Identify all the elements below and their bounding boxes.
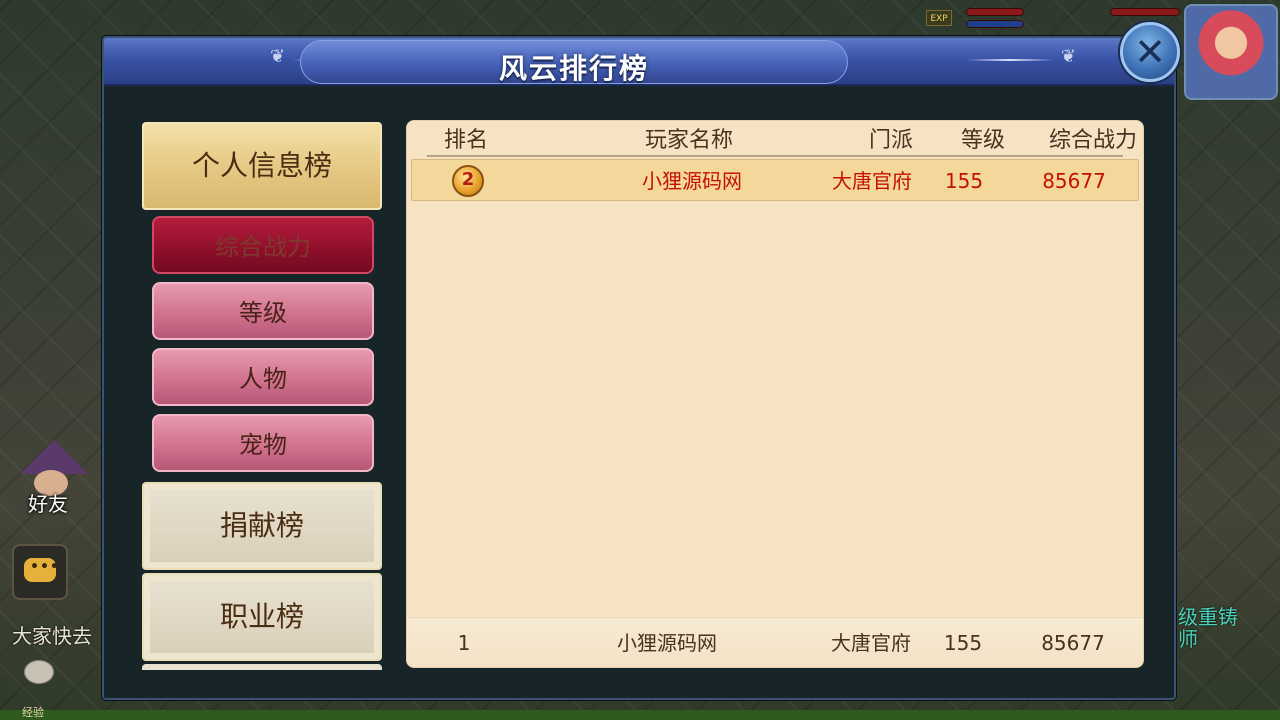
row-player-name: 小狸源码网 (642, 169, 742, 193)
chat-dots-icon: ••• (30, 559, 60, 575)
row-level: 155 (944, 169, 984, 193)
title-plate: 风云排行榜 (300, 40, 848, 85)
ranking-dialog: ❦ 风云排行榜 ❦ ✕ 个人信息榜 综合战力 等级 人物 宠物 捐献榜 职业榜 … (102, 22, 1180, 700)
close-icon: ✕ (1134, 30, 1166, 74)
ranking-nav: 个人信息榜 综合战力 等级 人物 宠物 捐献榜 职业榜 (142, 122, 382, 670)
exp-bar-label: 经验 (22, 706, 44, 719)
scene-npc-title-line1: 级重铸 (1178, 605, 1238, 629)
friend-label[interactable]: 好友 (28, 488, 68, 517)
my-player-name: 小狸源码网 (617, 631, 717, 655)
emoji-face-icon[interactable] (24, 660, 54, 684)
nav-sub-combat-power[interactable]: 综合战力 (152, 216, 374, 274)
header-combat-power: 综合战力 (1048, 128, 1137, 153)
my-rank: 1 (457, 631, 471, 655)
scene-npc-title: 级重铸 师 (1178, 606, 1238, 650)
header-player-name: 玩家名称 (644, 128, 733, 153)
nav-profession[interactable]: 职业榜 (142, 573, 382, 661)
nav-personal-info[interactable]: 个人信息榜 (142, 122, 382, 210)
gold-medal-icon: 2 (452, 165, 484, 197)
my-sect: 大唐官府 (831, 631, 911, 655)
hud-pet-bar (1110, 8, 1180, 16)
nav-sub-pet[interactable]: 宠物 (152, 414, 374, 472)
my-rank-row: 1 小狸源码网 大唐官府 155 85677 (407, 617, 1143, 667)
nav-sub-level[interactable]: 等级 (152, 282, 374, 340)
dialog-titlebar: ❦ 风云排行榜 ❦ (104, 38, 1174, 86)
hud-mp-bar (966, 20, 1024, 28)
header-rank: 排名 (443, 128, 488, 153)
scroll-ornament-right-icon: ❦ (966, 46, 1076, 72)
row-sect: 大唐官府 (832, 169, 912, 193)
exp-badge: EXP (926, 10, 952, 26)
my-level: 155 (943, 631, 983, 655)
table-row[interactable]: 2 小狸源码网 大唐官府 155 85677 (411, 159, 1139, 201)
header-level: 等级 (960, 128, 1005, 153)
ranking-table: 排名 玩家名称 门派 等级 综合战力 2 小狸源码网 大唐官府 155 8567… (406, 120, 1144, 668)
nav-sub-character[interactable]: 人物 (152, 348, 374, 406)
chat-button[interactable]: ••• (12, 544, 68, 600)
row-combat-power: 85677 (1042, 169, 1106, 193)
table-header: 排名 玩家名称 门派 等级 综合战力 (427, 125, 1137, 157)
exp-bar (0, 710, 1280, 720)
my-combat-power: 85677 (1041, 631, 1105, 655)
hud-hp-bar (966, 8, 1024, 16)
chat-message-text: 大家快去 (12, 624, 92, 648)
player-portrait-avatar[interactable] (1184, 4, 1278, 100)
nav-donation[interactable]: 捐献榜 (142, 482, 382, 570)
close-button[interactable]: ✕ (1120, 22, 1180, 82)
nav-more-item[interactable] (142, 664, 382, 670)
dialog-title: 风云排行榜 (498, 52, 649, 85)
scene-npc-title-line2: 师 (1178, 627, 1198, 651)
npc-hat-icon (20, 440, 88, 474)
header-sect: 门派 (868, 128, 913, 153)
